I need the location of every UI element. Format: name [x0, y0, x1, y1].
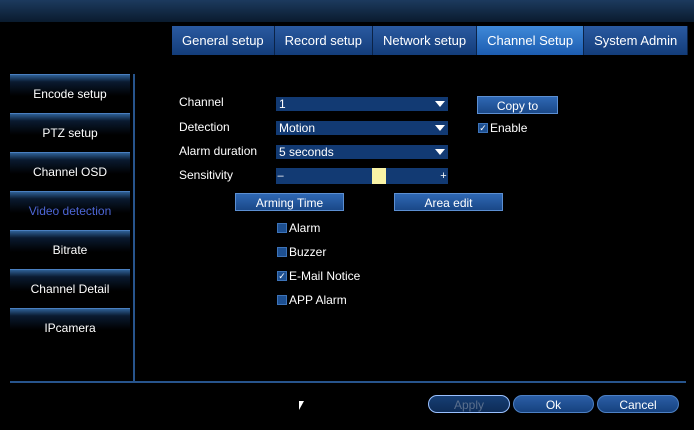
- alarm-duration-value: 5 seconds: [279, 145, 334, 159]
- sidebar-item-channel-detail[interactable]: Channel Detail: [10, 269, 130, 308]
- channel-label: Channel: [179, 95, 224, 109]
- alarm-checkbox[interactable]: [277, 223, 287, 233]
- minus-icon[interactable]: –: [276, 168, 285, 184]
- detection-select[interactable]: Motion: [276, 121, 448, 135]
- sensitivity-slider[interactable]: – +: [276, 168, 448, 184]
- detection-value: Motion: [279, 121, 316, 135]
- enable-checkbox[interactable]: ✓: [478, 123, 488, 133]
- cancel-button[interactable]: Cancel: [597, 395, 679, 413]
- app-alarm-checkbox[interactable]: [277, 295, 287, 305]
- tab-system-admin[interactable]: System Admin: [584, 26, 689, 55]
- enable-label: Enable: [490, 121, 528, 135]
- tab-channel-setup[interactable]: Channel Setup: [477, 26, 585, 55]
- tab-general-setup[interactable]: General setup: [172, 26, 275, 55]
- sidebar-divider: [133, 74, 135, 382]
- channel-value: 1: [279, 97, 286, 111]
- buzzer-option-label: Buzzer: [289, 245, 327, 259]
- copy-to-button[interactable]: Copy to: [477, 96, 558, 114]
- sidebar-item-ipcamera[interactable]: IPcamera: [10, 308, 130, 347]
- footer-divider: [10, 381, 686, 383]
- buzzer-checkbox[interactable]: [277, 247, 287, 257]
- alarm-duration-label: Alarm duration: [179, 144, 258, 158]
- sidebar-item-encode-setup[interactable]: Encode setup: [10, 74, 130, 113]
- email-notice-option-label: E-Mail Notice: [289, 269, 361, 283]
- email-notice-checkbox[interactable]: ✓: [277, 271, 287, 281]
- sidebar-item-channel-osd[interactable]: Channel OSD: [10, 152, 130, 191]
- app-alarm-option-label: APP Alarm: [289, 293, 347, 307]
- mouse-cursor-icon: [299, 401, 304, 410]
- slider-thumb[interactable]: [372, 168, 386, 184]
- sidebar-item-video-detection[interactable]: Video detection: [10, 191, 130, 230]
- tab-network-setup[interactable]: Network setup: [373, 26, 478, 55]
- alarm-option-label: Alarm: [289, 221, 321, 235]
- sidebar-item-ptz-setup[interactable]: PTZ setup: [10, 113, 130, 152]
- top-tab-bar: General setup Record setup Network setup…: [172, 26, 689, 55]
- apply-button[interactable]: Apply: [428, 395, 510, 413]
- arming-time-button[interactable]: Arming Time: [235, 193, 344, 211]
- chevron-down-icon: [435, 149, 445, 155]
- ok-button[interactable]: Ok: [513, 395, 594, 413]
- sidebar-item-bitrate[interactable]: Bitrate: [10, 230, 130, 269]
- sensitivity-label: Sensitivity: [179, 168, 234, 182]
- plus-icon[interactable]: +: [439, 168, 448, 184]
- area-edit-button[interactable]: Area edit: [394, 193, 503, 211]
- chevron-down-icon: [435, 125, 445, 131]
- alarm-duration-select[interactable]: 5 seconds: [276, 145, 448, 159]
- chevron-down-icon: [435, 101, 445, 107]
- channel-select[interactable]: 1: [276, 97, 448, 111]
- tab-record-setup[interactable]: Record setup: [274, 26, 373, 55]
- detection-label: Detection: [179, 120, 230, 134]
- top-band: [0, 0, 694, 22]
- sidebar: Encode setup PTZ setup Channel OSD Video…: [10, 74, 130, 347]
